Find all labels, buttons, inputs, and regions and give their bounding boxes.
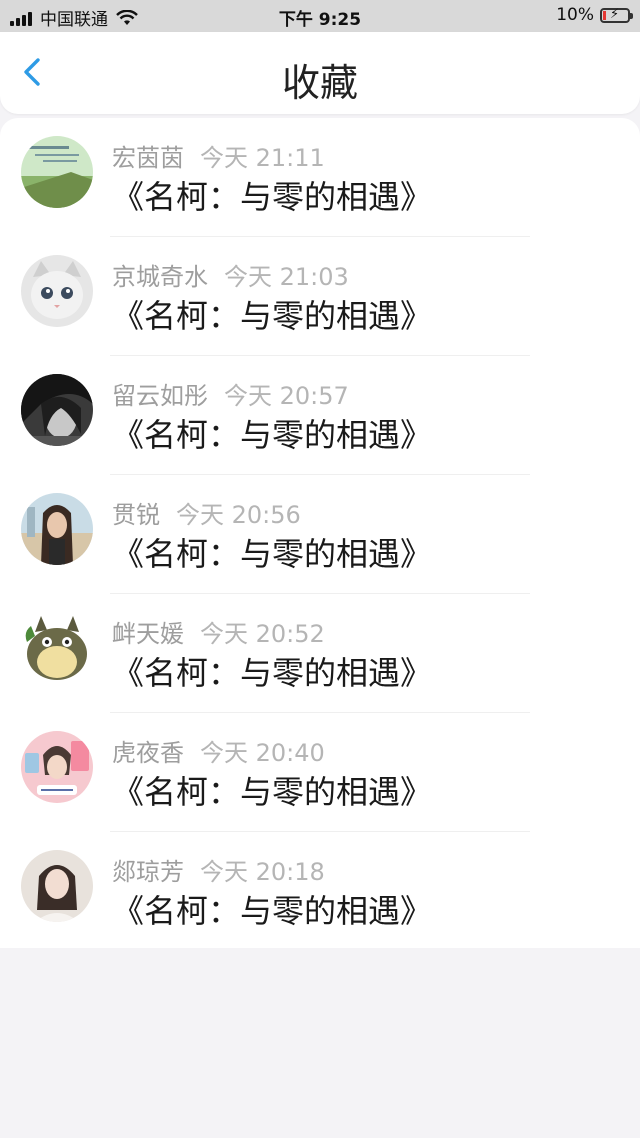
timestamp: 今天 21:11 xyxy=(200,144,325,172)
item-meta: 留云如彤 今天 20:57 xyxy=(112,376,349,411)
item-title: 《名柯：与零的相遇》 xyxy=(112,892,433,930)
list-item[interactable]: 虎夜香 今天 20:40 《名柯：与零的相遇》 xyxy=(0,713,640,832)
avatar[interactable] xyxy=(21,493,93,565)
avatar[interactable] xyxy=(21,136,93,208)
avatar[interactable] xyxy=(21,255,93,327)
list-item[interactable]: 留云如彤 今天 20:57 《名柯：与零的相遇》 xyxy=(0,356,640,475)
timestamp: 今天 21:03 xyxy=(224,263,349,291)
user-name: 衅天媛 xyxy=(112,620,184,648)
user-name: 宏茵茵 xyxy=(112,144,184,172)
status-bar: 中国联通 下午 9:25 10% ⚡ xyxy=(0,0,640,32)
item-meta: 郯琼芳 今天 20:18 xyxy=(112,852,325,887)
item-title: 《名柯：与零的相遇》 xyxy=(112,416,433,454)
avatar[interactable] xyxy=(21,612,93,684)
item-title: 《名柯：与零的相遇》 xyxy=(112,178,433,216)
user-name: 京城奇水 xyxy=(112,263,208,291)
timestamp: 今天 20:57 xyxy=(224,382,349,410)
list-item[interactable]: 贯锐 今天 20:56 《名柯：与零的相遇》 xyxy=(0,475,640,594)
timestamp: 今天 20:40 xyxy=(200,739,325,767)
item-meta: 京城奇水 今天 21:03 xyxy=(112,257,349,292)
avatar[interactable] xyxy=(21,374,93,446)
item-title: 《名柯：与零的相遇》 xyxy=(112,773,433,811)
timestamp: 今天 20:52 xyxy=(200,620,325,648)
timestamp: 今天 20:18 xyxy=(200,858,325,886)
page-title: 收藏 xyxy=(281,61,358,105)
item-meta: 虎夜香 今天 20:40 xyxy=(112,733,325,768)
nav-bar: 收藏 xyxy=(0,32,640,114)
item-title: 《名柯：与零的相遇》 xyxy=(112,297,433,335)
list-item[interactable]: 郯琼芳 今天 20:18 《名柯：与零的相遇》 xyxy=(0,832,640,951)
status-time: 下午 9:25 xyxy=(278,10,362,30)
user-name: 虎夜香 xyxy=(112,739,184,767)
status-right: 10% ⚡ xyxy=(556,5,633,25)
list-item[interactable]: 京城奇水 今天 21:03 《名柯：与零的相遇》 xyxy=(0,237,640,356)
battery-icon: ⚡ xyxy=(600,7,633,23)
list-item[interactable]: 宏茵茵 今天 21:11 《名柯：与零的相遇》 xyxy=(0,118,640,237)
user-name: 郯琼芳 xyxy=(112,858,184,886)
battery-percent: 10% xyxy=(556,5,594,25)
item-meta: 衅天媛 今天 20:52 xyxy=(112,614,325,649)
list-item[interactable]: 衅天媛 今天 20:52 《名柯：与零的相遇》 xyxy=(0,594,640,713)
user-name: 留云如彤 xyxy=(112,382,208,410)
item-meta: 宏茵茵 今天 21:11 xyxy=(112,138,325,173)
item-meta: 贯锐 今天 20:56 xyxy=(112,495,301,530)
favorites-list: 宏茵茵 今天 21:11 《名柯：与零的相遇》 京城奇水 今天 21:03 《名柯：… xyxy=(0,118,640,948)
item-title: 《名柯：与零的相遇》 xyxy=(112,654,433,692)
timestamp: 今天 20:56 xyxy=(176,501,301,529)
avatar[interactable] xyxy=(21,731,93,803)
user-name: 贯锐 xyxy=(112,501,160,529)
item-title: 《名柯：与零的相遇》 xyxy=(112,535,433,573)
avatar[interactable] xyxy=(21,850,93,922)
